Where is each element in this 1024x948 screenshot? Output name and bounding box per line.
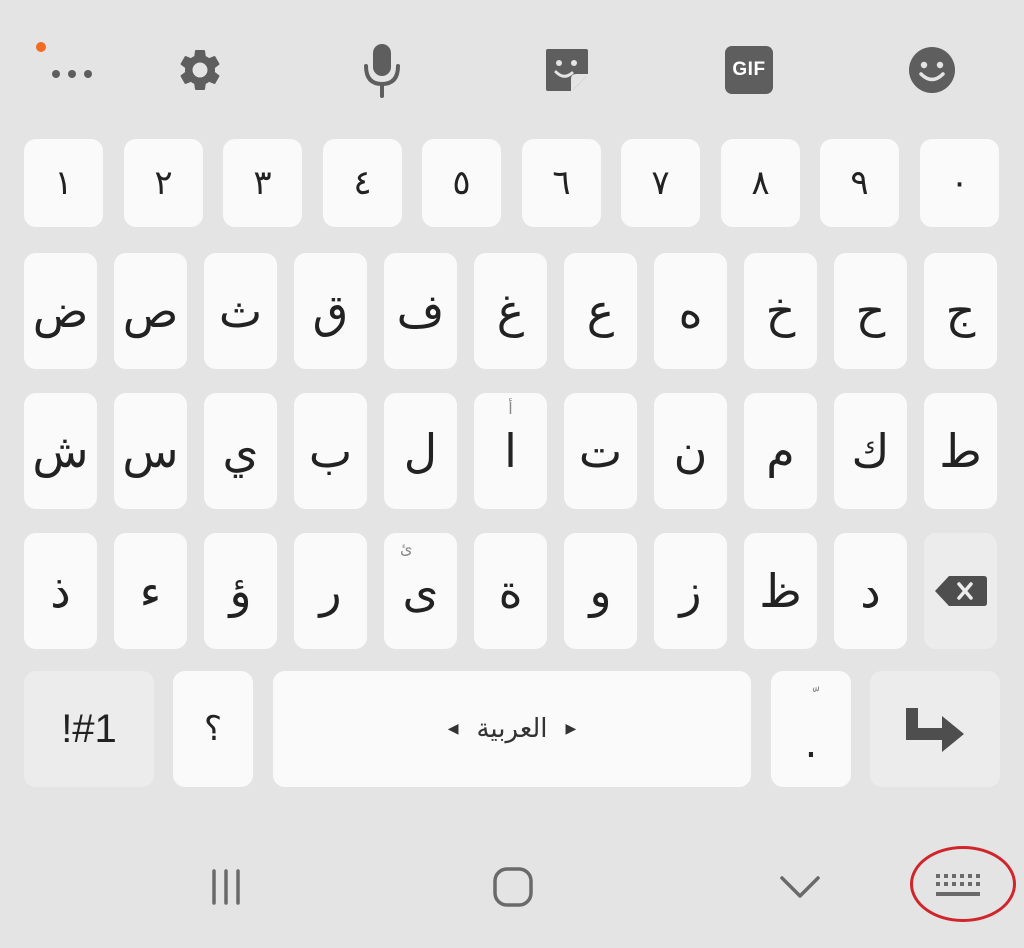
chevron-down-icon[interactable] [768,855,832,919]
key-letter-nun[interactable]: ن [654,393,727,509]
gear-icon[interactable] [168,38,232,102]
key-hint-ya-hamza: ئ [400,539,413,558]
key-digit-3[interactable]: ٣ [223,139,302,227]
key-digit-2[interactable]: ٢ [124,139,203,227]
language-label: العربية [476,714,548,744]
key-letter-qaf[interactable]: ق [294,253,367,369]
enter-key[interactable] [870,671,1000,787]
key-digit-4[interactable]: ٤ [323,139,402,227]
key-letter-ta-marbuta[interactable]: ة [474,533,547,649]
key-letter-sin[interactable]: س [114,393,187,509]
home-icon[interactable] [481,855,545,919]
key-letter-dhal[interactable]: ذ [24,533,97,649]
key-letter-waw-hamza[interactable]: ؤ [204,533,277,649]
microphone-icon[interactable] [350,38,414,102]
key-letter-shin[interactable]: ش [24,393,97,509]
smiley-icon[interactable] [900,38,964,102]
key-letter-hah[interactable]: ح [834,253,907,369]
key-letter-ta[interactable]: ت [564,393,637,509]
backspace-key[interactable] [924,533,997,649]
key-letter-kha[interactable]: خ [744,253,817,369]
gif-label: GIF [725,46,773,94]
ellipsis-icon[interactable] [38,38,102,102]
backspace-icon [934,576,987,606]
key-letter-kaf[interactable]: ك [834,393,907,509]
key-letter-ain[interactable]: ع [564,253,637,369]
key-digit-8[interactable]: ٨ [721,139,800,227]
key-digit-1[interactable]: ١ [24,139,103,227]
key-letter-ba[interactable]: ب [294,393,367,509]
key-digit-9[interactable]: ٩ [820,139,899,227]
triangle-left-icon: ◀ [447,721,459,737]
highlight-circle-annotation [910,846,1016,922]
key-letter-zain[interactable]: ز [654,533,727,649]
key-letter-fa[interactable]: ف [384,253,457,369]
key-letter-waw[interactable]: و [564,533,637,649]
key-letter-dal[interactable]: د [834,533,907,649]
key-letter-hamza[interactable]: ء [114,533,187,649]
recents-icon[interactable] [194,855,258,919]
key-letter-tha[interactable]: ث [204,253,277,369]
key-letter-dad[interactable]: ض [24,253,97,369]
key-letter-lam[interactable]: ل [384,393,457,509]
key-hint-hamza-alif: أ [508,399,513,418]
sticker-icon[interactable] [535,38,599,102]
space-key[interactable]: ◀ العربية ▶ [273,671,751,787]
key-letter-ghain[interactable]: غ [474,253,547,369]
key-digit-6[interactable]: ٦ [522,139,601,227]
enter-arrow-icon [906,708,964,752]
key-letter-mim[interactable]: م [744,393,817,509]
period-key[interactable]: ّ . [771,671,851,787]
keyboard-toolbar: GIF [0,0,1024,130]
key-letter-sad[interactable]: ص [114,253,187,369]
key-digit-7[interactable]: ٧ [621,139,700,227]
key-letter-jim[interactable]: ج [924,253,997,369]
key-letter-ha[interactable]: ه [654,253,727,369]
key-digit-5[interactable]: ٥ [422,139,501,227]
key-letter-tah[interactable]: ط [924,393,997,509]
question-mark-key[interactable]: ؟ [173,671,253,787]
key-letter-ya[interactable]: ي [204,393,277,509]
key-letter-zah[interactable]: ظ [744,533,817,649]
symbols-key[interactable]: !#1 [24,671,154,787]
key-letter-alif[interactable]: أ ا [474,393,547,509]
key-digit-0[interactable]: ٠ [920,139,999,227]
gif-icon[interactable]: GIF [717,38,781,102]
key-letter-ra[interactable]: ر [294,533,367,649]
triangle-right-icon: ▶ [565,721,577,737]
key-letter-alif-maqsura[interactable]: ئ ى [384,533,457,649]
space-key-content: ◀ العربية ▶ [448,714,577,744]
